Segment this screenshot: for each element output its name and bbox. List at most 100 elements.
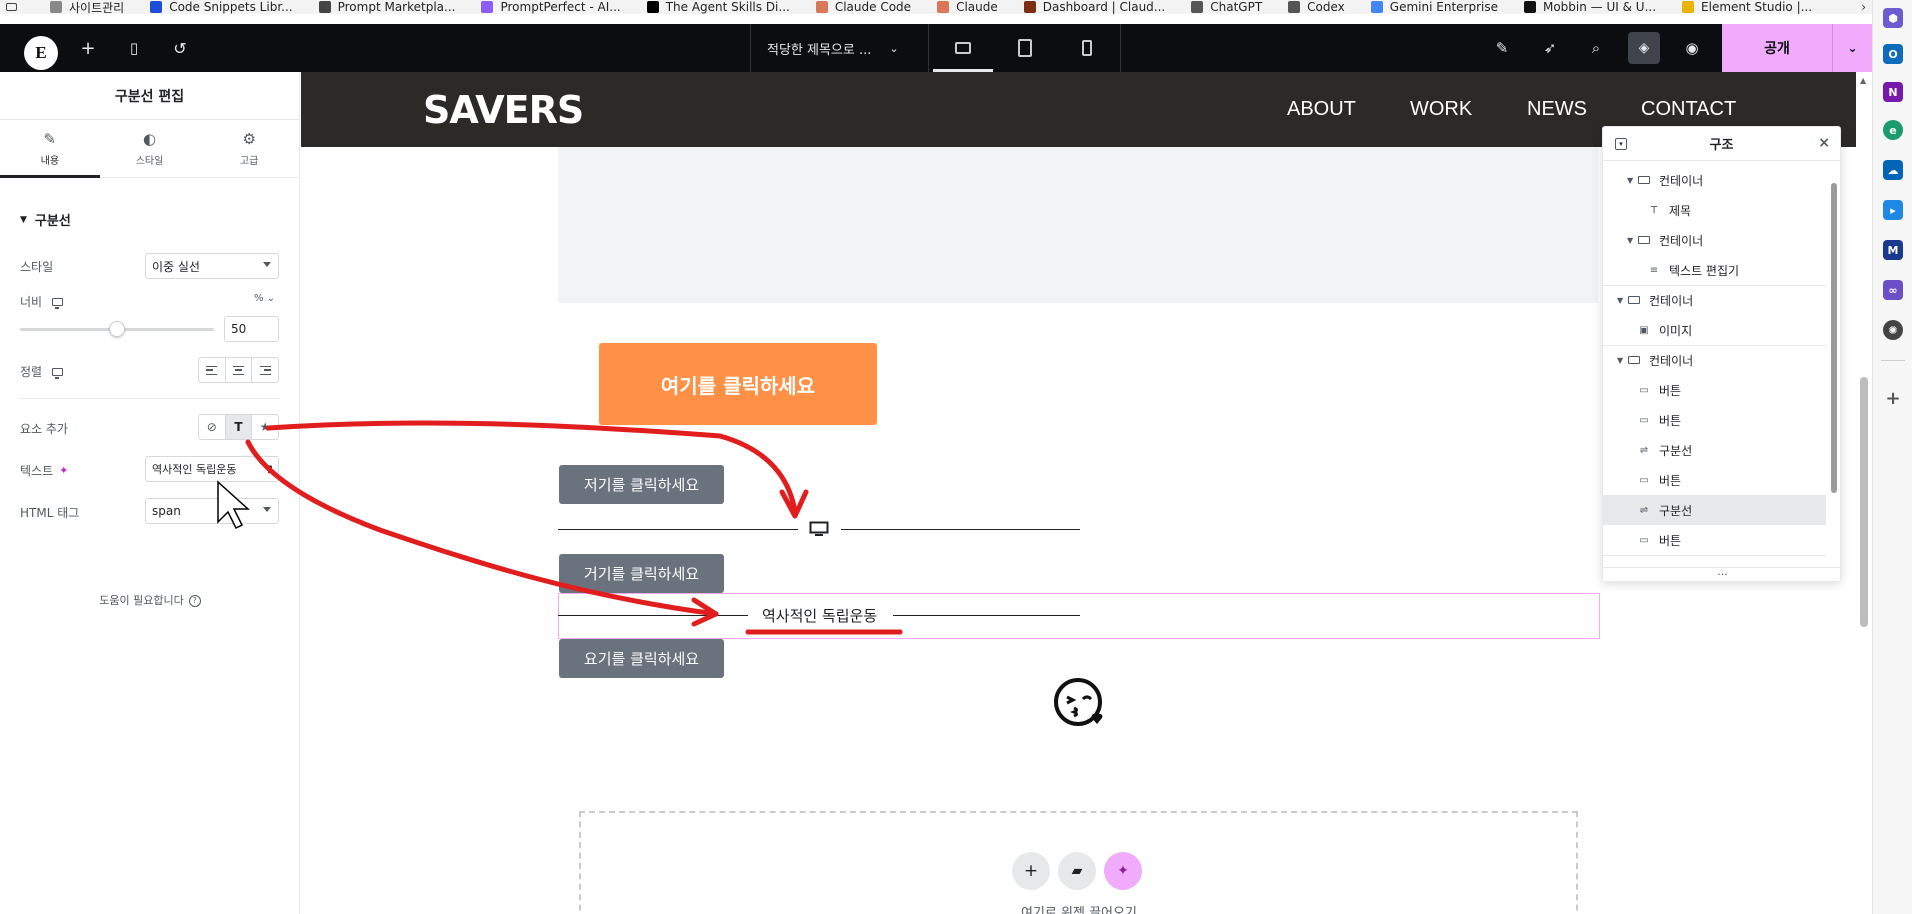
canvas-scrollbar[interactable]: ▲	[1856, 72, 1872, 914]
tab-advanced[interactable]: ⚙ 고급	[199, 120, 299, 177]
app-icon[interactable]: M	[1883, 240, 1903, 260]
extension-icon[interactable]: ∞	[1883, 280, 1903, 300]
bookmark-item[interactable]: Gemini Enterprise	[1370, 0, 1498, 14]
structure-menu-icon[interactable]: ▾	[1615, 138, 1627, 150]
bookmark-item[interactable]: Element Studio |...	[1682, 0, 1812, 14]
html-tag-select[interactable]: span	[145, 498, 279, 524]
copilot-icon[interactable]: ⬢	[1883, 8, 1903, 28]
structure-item-container[interactable]: ▼ 컨테이너	[1603, 345, 1826, 375]
caret-down-icon[interactable]: ▼	[1627, 236, 1637, 245]
add-section-button[interactable]: +	[1012, 852, 1050, 890]
width-unit-select[interactable]: % ⌄	[254, 293, 275, 304]
rocket-icon[interactable]: ➶	[1530, 24, 1570, 72]
pencil-icon: ✎	[43, 130, 57, 148]
chevron-down-icon[interactable]: ⌄	[1832, 24, 1872, 72]
elementor-logo-icon[interactable]: E	[24, 36, 58, 70]
structure-item-divider[interactable]: ⇌ 구분선	[1603, 495, 1826, 525]
section-toggle-divider[interactable]: ▼ 구분선	[20, 210, 71, 229]
onedrive-icon[interactable]: ☁	[1883, 160, 1903, 180]
bookmark-item[interactable]: The Agent Skills Di...	[646, 0, 790, 14]
bookmarks-overflow-icon[interactable]: ›	[1861, 0, 1866, 14]
bookmark-item[interactable]: Dashboard | Claud...	[1023, 0, 1165, 14]
structure-item-button[interactable]: ▭ 버튼	[1603, 525, 1826, 555]
structure-scrollbar[interactable]	[1831, 183, 1837, 493]
code-snippets-icon	[150, 1, 163, 13]
chatgpt-icon[interactable]: ✺	[1883, 320, 1903, 340]
dynamic-tags-icon[interactable]: ▮	[262, 457, 278, 481]
structure-item-divider[interactable]: ⇌ 구분선	[1603, 435, 1826, 465]
element-none-button[interactable]: ⊘	[199, 415, 226, 439]
element-text-button[interactable]: T	[225, 415, 253, 439]
gray-button-1[interactable]: 저기를 클릭하세요	[559, 465, 724, 504]
add-sidebar-app-icon[interactable]: +	[1883, 388, 1903, 409]
tablet-view-icon[interactable]	[995, 24, 1055, 72]
structure-item-container[interactable]: ▼ 컨테이너	[1603, 225, 1826, 255]
structure-item-button[interactable]: ▭ 버튼	[1603, 405, 1826, 435]
align-center-button[interactable]	[226, 358, 253, 382]
history-icon[interactable]: ↺	[160, 24, 200, 72]
document-title[interactable]: 적당한 제목으로 ... ⌄	[750, 24, 930, 72]
brush-icon[interactable]: ✎	[1482, 24, 1522, 72]
bookmark-item[interactable]: Mobbin — UI & U...	[1523, 0, 1656, 14]
edge-icon[interactable]: e	[1883, 120, 1903, 140]
divider-text-input[interactable]: 역사적인 독립운동 ▮	[145, 456, 279, 482]
bookmark-item[interactable]: Codex	[1288, 0, 1345, 14]
image-placeholder[interactable]	[558, 147, 1598, 303]
width-slider-handle[interactable]	[109, 321, 125, 337]
caret-down-icon[interactable]: ▼	[1617, 356, 1627, 365]
bookmarks-menu-icon[interactable]	[6, 3, 24, 11]
bookmark-item[interactable]: Claude Code	[815, 0, 911, 14]
monitor-icon[interactable]	[52, 297, 64, 309]
help-link[interactable]: 도움이 필요합니다?	[0, 592, 300, 608]
structure-item-text-editor[interactable]: ≡ 텍스트 편집기	[1603, 255, 1826, 285]
add-element-icon[interactable]: +	[68, 24, 108, 72]
structure-item-container[interactable]: ▼ 컨테이너	[1603, 285, 1826, 315]
canvas-scroll-thumb[interactable]	[1860, 377, 1868, 627]
structure-item-button[interactable]: ▭ 버튼	[1603, 375, 1826, 405]
gray-button-3[interactable]: 요기를 클릭하세요	[559, 639, 724, 678]
search-icon[interactable]: ⌕	[1576, 24, 1616, 72]
selected-divider-outline[interactable]	[558, 593, 1600, 639]
nav-link-about[interactable]: ABOUT	[1287, 98, 1356, 121]
onenote-icon[interactable]: N	[1883, 82, 1903, 102]
ai-sparkle-icon[interactable]: ✦	[59, 464, 68, 477]
structure-resize-handle[interactable]: ···	[1603, 567, 1840, 581]
template-folder-button[interactable]: ▰	[1058, 852, 1096, 890]
outlook-icon[interactable]: O	[1883, 44, 1903, 64]
structure-item-heading[interactable]: T 제목	[1603, 195, 1826, 225]
style-select[interactable]: 이중 실선	[145, 253, 279, 279]
structure-item-container[interactable]: ▼ 컨테이너	[1603, 165, 1826, 195]
monitor-icon[interactable]	[52, 367, 64, 379]
close-icon[interactable]: ×	[1818, 135, 1830, 151]
page-settings-icon[interactable]: ▯	[114, 24, 154, 72]
element-icon-button[interactable]: ★	[252, 415, 278, 439]
nav-link-work[interactable]: WORK	[1410, 98, 1472, 121]
gray-button-2[interactable]: 거기를 클릭하세요	[559, 554, 724, 593]
tab-style[interactable]: ◐ 스타일	[100, 120, 200, 177]
nav-link-news[interactable]: NEWS	[1527, 98, 1587, 121]
bookmark-item[interactable]: Prompt Marketpla...	[318, 0, 455, 14]
preview-eye-icon[interactable]: ◉	[1672, 24, 1712, 72]
structure-layers-icon[interactable]: ◈	[1628, 32, 1660, 64]
align-left-button[interactable]	[199, 358, 226, 382]
width-number-input[interactable]: 50	[224, 316, 279, 342]
caret-down-icon[interactable]: ▼	[1617, 296, 1627, 305]
power-automate-icon[interactable]: ▸	[1883, 200, 1903, 220]
structure-item-image[interactable]: ▣ 이미지	[1603, 315, 1826, 345]
orange-cta-button[interactable]: 여기를 클릭하세요	[599, 343, 877, 425]
desktop-view-icon[interactable]	[933, 24, 993, 72]
nav-link-contact[interactable]: CONTACT	[1641, 98, 1736, 121]
align-right-button[interactable]	[252, 358, 278, 382]
site-logo[interactable]: SAVERS	[423, 88, 584, 132]
caret-down-icon[interactable]: ▼	[1627, 176, 1637, 185]
bookmark-item[interactable]: Code Snippets Libr...	[150, 0, 293, 14]
tab-content[interactable]: ✎ 내용	[0, 120, 100, 178]
bookmark-item[interactable]: PromptPerfect - AI...	[481, 0, 621, 14]
bookmark-item[interactable]: 사이트관리	[50, 0, 124, 14]
structure-item-button[interactable]: ▭ 버튼	[1603, 465, 1826, 495]
publish-button[interactable]: 공개 ⌄	[1722, 24, 1872, 72]
bookmark-item[interactable]: ChatGPT	[1191, 0, 1262, 14]
bookmark-item[interactable]: Claude	[937, 0, 998, 14]
mobile-view-icon[interactable]	[1057, 24, 1117, 72]
ai-sparkle-button[interactable]: ✦	[1104, 852, 1142, 890]
